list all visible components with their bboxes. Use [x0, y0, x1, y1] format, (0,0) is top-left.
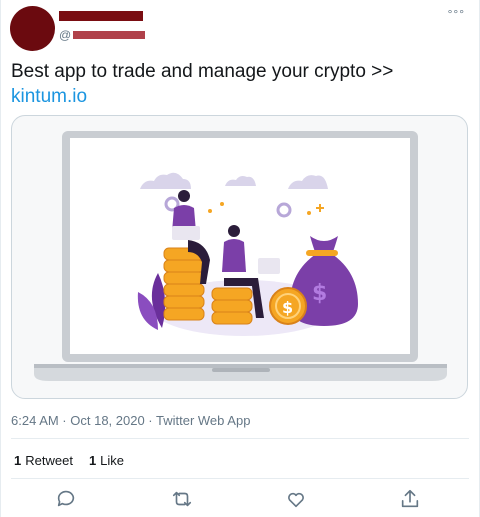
retweet-button[interactable] [171, 488, 193, 510]
heart-icon [288, 492, 304, 508]
likes-count: 1 [88, 453, 97, 468]
handle-prefix: @ [59, 28, 72, 42]
avatar[interactable] [10, 6, 55, 51]
share-button[interactable] [399, 488, 421, 510]
handle-redacted [73, 31, 146, 39]
display-name-redacted[interactable] [59, 11, 143, 21]
svg-text:$: $ [282, 298, 293, 317]
tweet: @ °°° Best app to trade and manage your … [0, 0, 480, 517]
share-icon [401, 489, 419, 508]
retweets-stat[interactable]: 1 Retweet [14, 453, 73, 468]
svg-text:$: $ [312, 281, 327, 306]
timestamp-text: 6:24 AM · Oct 18, 2020 · Twitter Web App [11, 413, 251, 428]
tweet-link[interactable]: kintum.io [11, 85, 87, 109]
likes-label: Like [100, 453, 125, 468]
action-bar [1, 488, 480, 510]
reply-icon [57, 490, 75, 507]
tweet-text: Best app to trade and manage your crypto… [11, 61, 394, 82]
likes-stat[interactable]: 1 Like [89, 453, 124, 468]
media-card[interactable]: $ $ [11, 115, 468, 399]
divider [11, 478, 469, 479]
reply-button[interactable] [55, 488, 77, 510]
divider [11, 438, 469, 439]
retweet-icon [172, 491, 192, 507]
more-options-button[interactable]: °°° [448, 8, 465, 20]
retweets-count: 1 [14, 453, 22, 468]
laptop-illustration: $ $ [34, 131, 447, 381]
retweets-label: Retweet [25, 453, 73, 468]
engagement-stats: 1 Retweet 1 Like [14, 453, 124, 468]
like-button[interactable] [285, 488, 307, 510]
handle[interactable]: @ [59, 28, 146, 42]
tweet-timestamp[interactable]: 6:24 AM · Oct 18, 2020 · Twitter Web App [11, 413, 250, 428]
